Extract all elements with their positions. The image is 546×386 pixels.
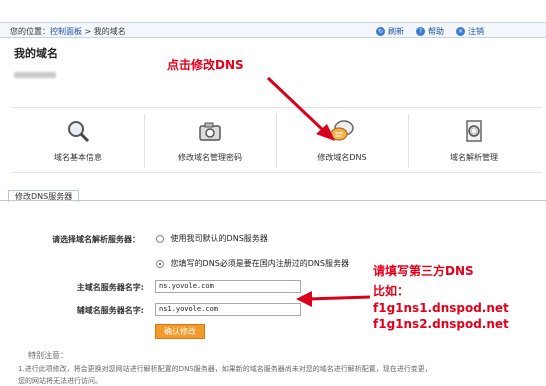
primary-dns-label: 主域名服务器名字: [76,283,144,292]
annotation-dns-2: f1g1ns2.dnspod.net [373,317,509,331]
confirm-modify-button[interactable]: 确认修改 [155,324,205,339]
notes-line-1: 1.进行此项修改，将会更换对您网站进行解析配置的DNS服务器，如果新的域名服务器… [18,365,432,373]
option-custom-dns[interactable]: 您填写的DNS必须是要在国内注册过的DNS服务器 [156,258,349,269]
annotation-third-party-dns: 请填写第三方DNS 比如： f1g1ns1.dnspod.net f1g1ns2… [373,262,509,331]
option-custom-label: 您填写的DNS必须是要在国内注册过的DNS服务器 [170,259,349,268]
radio-default-dns[interactable] [156,234,164,243]
annotation-heading: 请填写第三方DNS [373,264,474,278]
select-dns-label: 请选择域名解析服务器： [52,235,140,244]
annotation-example: 比如： [373,284,410,298]
primary-dns-input[interactable]: ns.yovole.com [155,280,301,293]
notes-line-2: 您的网站将无法进行访问。 [18,377,102,385]
notes-title: 特别注意： [28,351,68,360]
arrow-to-modify-dns [266,76,335,141]
annotation-dns-1: f1g1ns1.dnspod.net [373,301,509,315]
tab-divider [0,200,546,201]
arrow-to-dns-inputs [296,291,371,307]
option-default-label: 使用我司默认的DNS服务器 [170,234,268,243]
option-default-dns[interactable]: 使用我司默认的DNS服务器 [156,233,268,244]
radio-custom-dns[interactable] [156,259,164,268]
secondary-dns-label: 辅域名服务器名字: [76,306,144,315]
secondary-dns-input[interactable]: ns1.yovole.com [155,303,301,316]
